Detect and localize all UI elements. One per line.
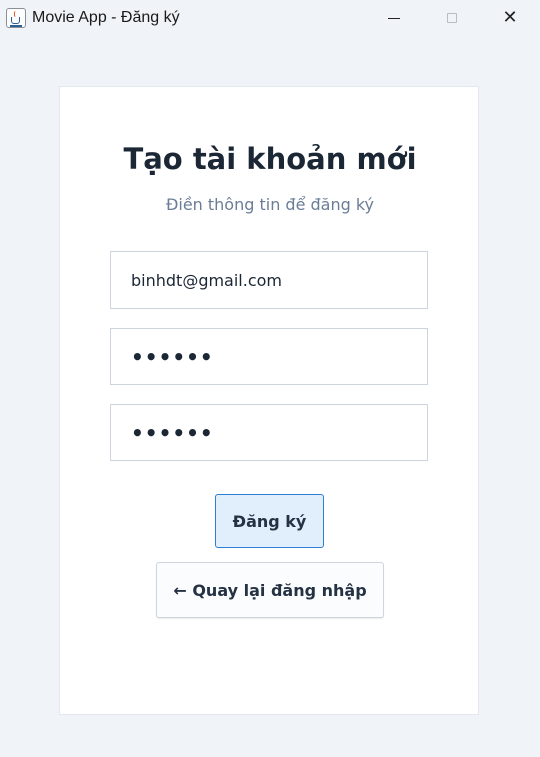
password-value: •••••• — [131, 344, 214, 369]
confirm-password-value: •••••• — [131, 420, 214, 445]
confirm-password-field[interactable]: •••••• — [110, 404, 428, 461]
page-subtitle: Điền thông tin để đăng ký — [165, 195, 375, 214]
window-title: Movie App - Đăng ký — [32, 9, 180, 26]
email-field[interactable]: binhdt@gmail.com — [110, 251, 428, 309]
back-to-login-button[interactable]: ← Quay lại đăng nhập — [156, 562, 384, 618]
maximize-icon — [447, 13, 457, 23]
close-button[interactable]: ✕ — [487, 0, 533, 36]
title-bar[interactable]: Movie App - Đăng ký ✕ — [0, 0, 540, 36]
close-icon: ✕ — [502, 7, 518, 28]
maximize-button[interactable] — [429, 0, 475, 36]
email-value: binhdt@gmail.com — [131, 270, 283, 290]
java-cup-icon — [6, 8, 26, 28]
page-title: Tạo tài khoản mới — [123, 142, 417, 176]
password-field[interactable]: •••••• — [110, 328, 428, 385]
app-window: Movie App - Đăng ký ✕ Tạo tài khoản mới … — [0, 0, 540, 757]
register-card: Tạo tài khoản mới Điền thông tin để đăng… — [59, 86, 479, 715]
register-button[interactable]: Đăng ký — [215, 494, 324, 548]
minimize-icon — [388, 17, 400, 19]
minimize-button[interactable] — [371, 0, 417, 36]
